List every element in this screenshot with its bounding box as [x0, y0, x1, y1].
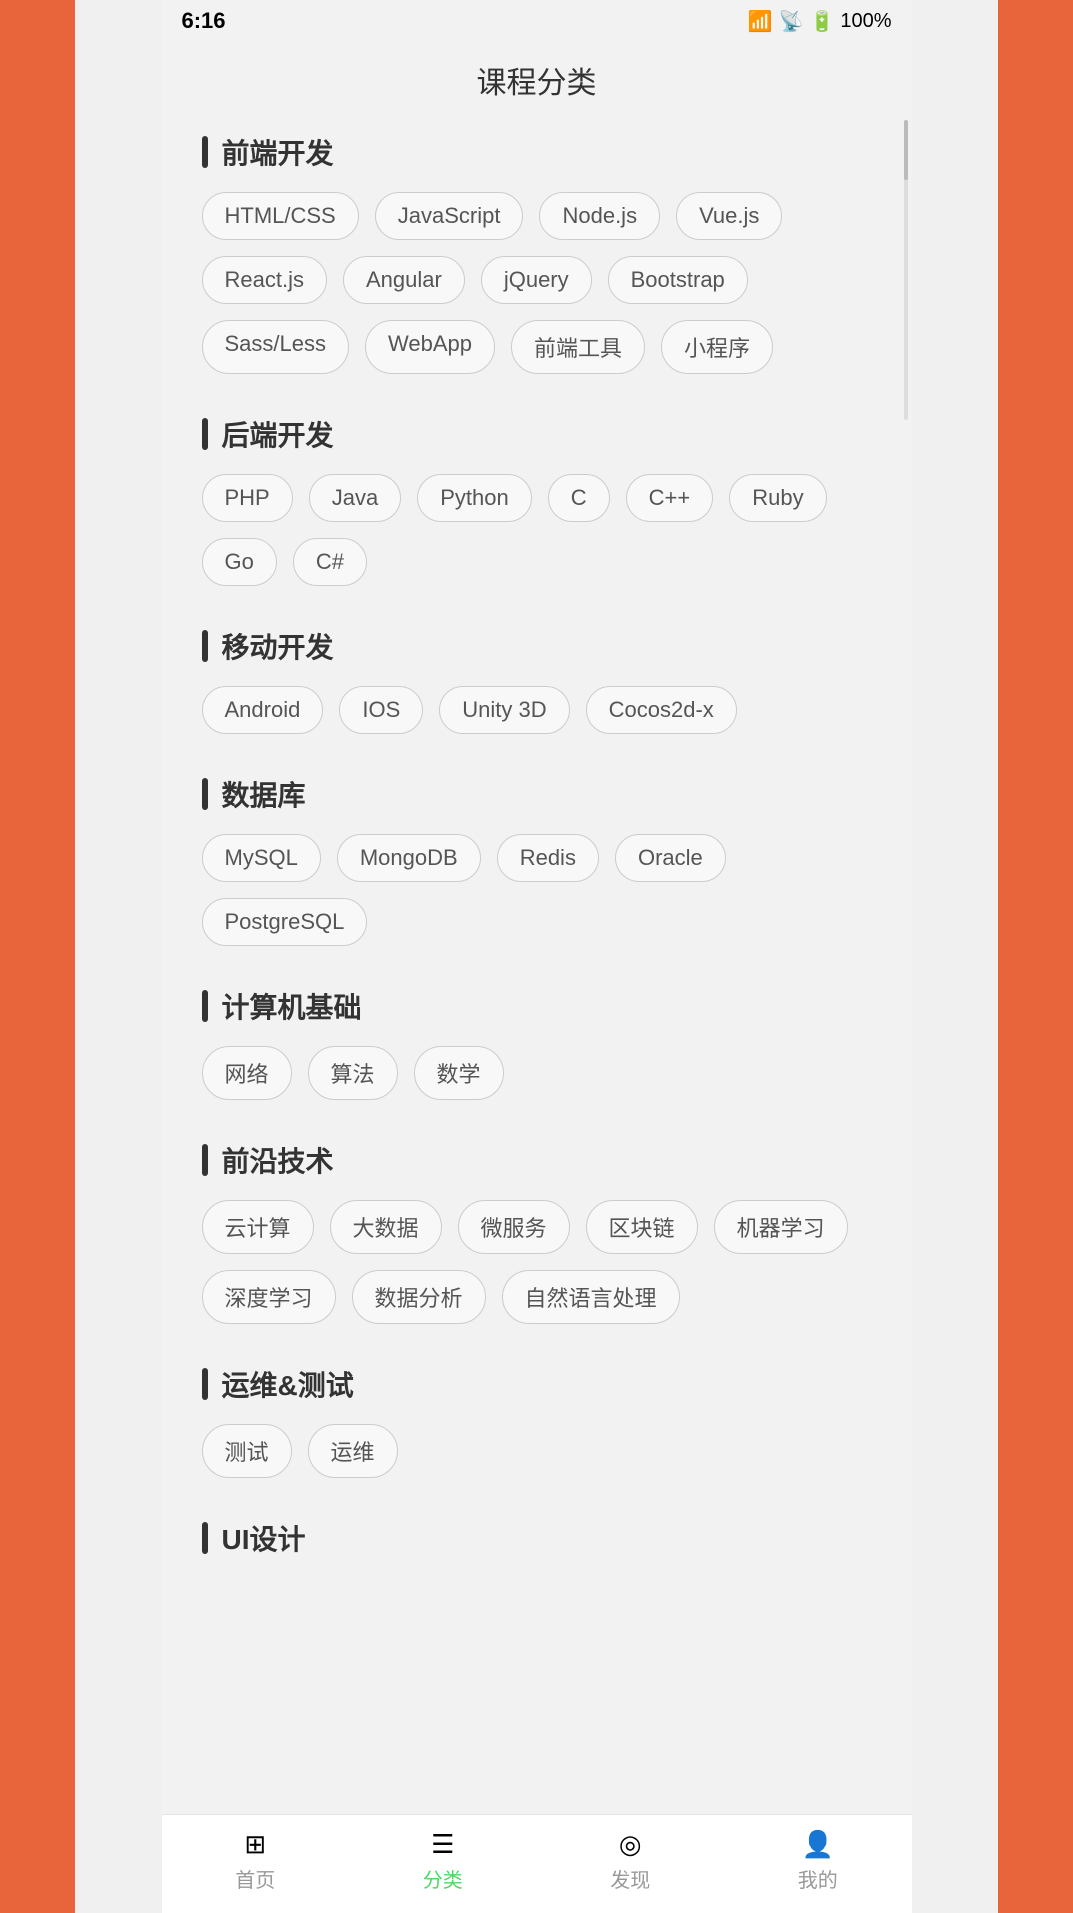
scrollbar-track[interactable]	[904, 120, 908, 420]
tag-mobile-3[interactable]: Cocos2d-x	[586, 686, 737, 734]
tag-database-1[interactable]: MongoDB	[337, 834, 481, 882]
tag-cs-basics-1[interactable]: 算法	[308, 1046, 398, 1100]
tags-container-devops: 测试运维	[202, 1424, 872, 1478]
nav-icon-mine: 👤	[802, 1829, 834, 1860]
category-title-cs-basics: 计算机基础	[202, 986, 872, 1026]
tag-frontend-11[interactable]: 小程序	[661, 320, 773, 374]
category-section-devops: 运维&测试测试运维	[202, 1364, 872, 1478]
tag-frontier-1[interactable]: 大数据	[330, 1200, 442, 1254]
tags-container-frontend: HTML/CSS JavaScript Node.js Vue.js React.js A…	[202, 192, 872, 374]
nav-label-category: 分类	[423, 1864, 463, 1893]
tag-frontier-6[interactable]: 数据分析	[352, 1270, 486, 1324]
nav-item-home[interactable]: ⊞ 首页	[162, 1829, 350, 1893]
category-title-frontier: 前沿技术	[202, 1140, 872, 1180]
category-section-database: 数据库 MySQL MongoDB Redis Oracle PostgreSQL	[202, 774, 872, 946]
wifi-icon: 📶	[748, 9, 773, 34]
tag-frontier-7[interactable]: 自然语言处理	[502, 1270, 680, 1324]
tag-backend-0[interactable]: PHP	[202, 474, 293, 522]
tag-database-3[interactable]: Oracle	[615, 834, 726, 882]
category-title-devops: 运维&测试	[202, 1364, 872, 1404]
tags-container-cs-basics: 网络算法数学	[202, 1046, 872, 1100]
category-section-frontier: 前沿技术云计算大数据微服务区块链机器学习深度学习数据分析自然语言处理	[202, 1140, 872, 1324]
battery-percent: 100%	[840, 10, 891, 33]
page-title: 课程分类	[162, 38, 912, 132]
nav-icon-home: ⊞	[244, 1829, 266, 1860]
content-area: 前端开发 HTML/CSS JavaScript Node.js Vue.js React…	[162, 132, 912, 1913]
tag-frontend-1[interactable]: JavaScript	[375, 192, 524, 240]
battery-icon: 🔋	[809, 9, 834, 34]
scrollbar-thumb[interactable]	[904, 120, 908, 180]
tags-container-frontier: 云计算大数据微服务区块链机器学习深度学习数据分析自然语言处理	[202, 1200, 872, 1324]
tag-frontier-5[interactable]: 深度学习	[202, 1270, 336, 1324]
tags-container-database: MySQL MongoDB Redis Oracle PostgreSQL	[202, 834, 872, 946]
category-title-frontend: 前端开发	[202, 132, 872, 172]
tag-frontend-8[interactable]: Sass/Less	[202, 320, 350, 374]
tag-frontend-2[interactable]: Node.js	[539, 192, 660, 240]
tag-backend-6[interactable]: Go	[202, 538, 277, 586]
bottom-nav: ⊞ 首页 ☰ 分类 ◎ 发现 👤 我的	[162, 1814, 912, 1913]
status-time: 6:16	[182, 8, 226, 34]
category-title-database: 数据库	[202, 774, 872, 814]
tag-backend-5[interactable]: Ruby	[729, 474, 826, 522]
tag-frontend-10[interactable]: 前端工具	[511, 320, 645, 374]
tag-backend-3[interactable]: C	[548, 474, 610, 522]
category-section-ui-design: UI设计	[202, 1518, 872, 1558]
tag-frontier-0[interactable]: 云计算	[202, 1200, 314, 1254]
tag-devops-0[interactable]: 测试	[202, 1424, 292, 1478]
tag-frontend-4[interactable]: React.js	[202, 256, 327, 304]
tag-frontend-0[interactable]: HTML/CSS	[202, 192, 359, 240]
nav-item-mine[interactable]: 👤 我的	[724, 1829, 912, 1893]
status-bar: 6:16 📶 📡 🔋 100%	[162, 0, 912, 38]
category-title-backend: 后端开发	[202, 414, 872, 454]
tag-frontier-2[interactable]: 微服务	[458, 1200, 570, 1254]
tag-mobile-0[interactable]: Android	[202, 686, 324, 734]
category-title-ui-design: UI设计	[202, 1518, 872, 1558]
tag-frontend-9[interactable]: WebApp	[365, 320, 495, 374]
tag-backend-2[interactable]: Python	[417, 474, 532, 522]
nav-label-mine: 我的	[798, 1864, 838, 1893]
tag-frontend-6[interactable]: jQuery	[481, 256, 592, 304]
tag-frontier-3[interactable]: 区块链	[586, 1200, 698, 1254]
category-section-mobile: 移动开发 Android IOS Unity 3D Cocos2d-x	[202, 626, 872, 734]
tag-mobile-1[interactable]: IOS	[339, 686, 423, 734]
category-title-mobile: 移动开发	[202, 626, 872, 666]
tag-backend-1[interactable]: Java	[309, 474, 401, 522]
nav-label-discover: 发现	[610, 1864, 650, 1893]
nav-item-category[interactable]: ☰ 分类	[349, 1829, 537, 1893]
tag-mobile-2[interactable]: Unity 3D	[439, 686, 569, 734]
category-section-backend: 后端开发 PHP Java Python C C++ Ruby Go C#	[202, 414, 872, 586]
tag-cs-basics-0[interactable]: 网络	[202, 1046, 292, 1100]
tag-frontend-3[interactable]: Vue.js	[676, 192, 782, 240]
nav-icon-category: ☰	[431, 1829, 454, 1860]
tag-frontend-5[interactable]: Angular	[343, 256, 465, 304]
category-section-frontend: 前端开发 HTML/CSS JavaScript Node.js Vue.js React…	[202, 132, 872, 374]
tags-container-mobile: Android IOS Unity 3D Cocos2d-x	[202, 686, 872, 734]
tag-database-2[interactable]: Redis	[497, 834, 599, 882]
category-section-cs-basics: 计算机基础网络算法数学	[202, 986, 872, 1100]
tag-backend-7[interactable]: C#	[293, 538, 367, 586]
nav-icon-discover: ◎	[619, 1829, 642, 1860]
tags-container-backend: PHP Java Python C C++ Ruby Go C#	[202, 474, 872, 586]
tag-database-4[interactable]: PostgreSQL	[202, 898, 368, 946]
tag-devops-1[interactable]: 运维	[308, 1424, 398, 1478]
tag-frontend-7[interactable]: Bootstrap	[608, 256, 748, 304]
tag-backend-4[interactable]: C++	[626, 474, 714, 522]
nav-item-discover[interactable]: ◎ 发现	[537, 1829, 725, 1893]
tag-database-0[interactable]: MySQL	[202, 834, 321, 882]
status-right: 📶 📡 🔋 100%	[748, 9, 892, 34]
nav-label-home: 首页	[235, 1864, 275, 1893]
signal-icon: 📡	[779, 9, 804, 34]
tag-cs-basics-2[interactable]: 数学	[414, 1046, 504, 1100]
phone-frame: 6:16 📶 📡 🔋 100% 课程分类 前端开发 HTML/CSS JavaScr…	[162, 0, 912, 1913]
tag-frontier-4[interactable]: 机器学习	[714, 1200, 848, 1254]
